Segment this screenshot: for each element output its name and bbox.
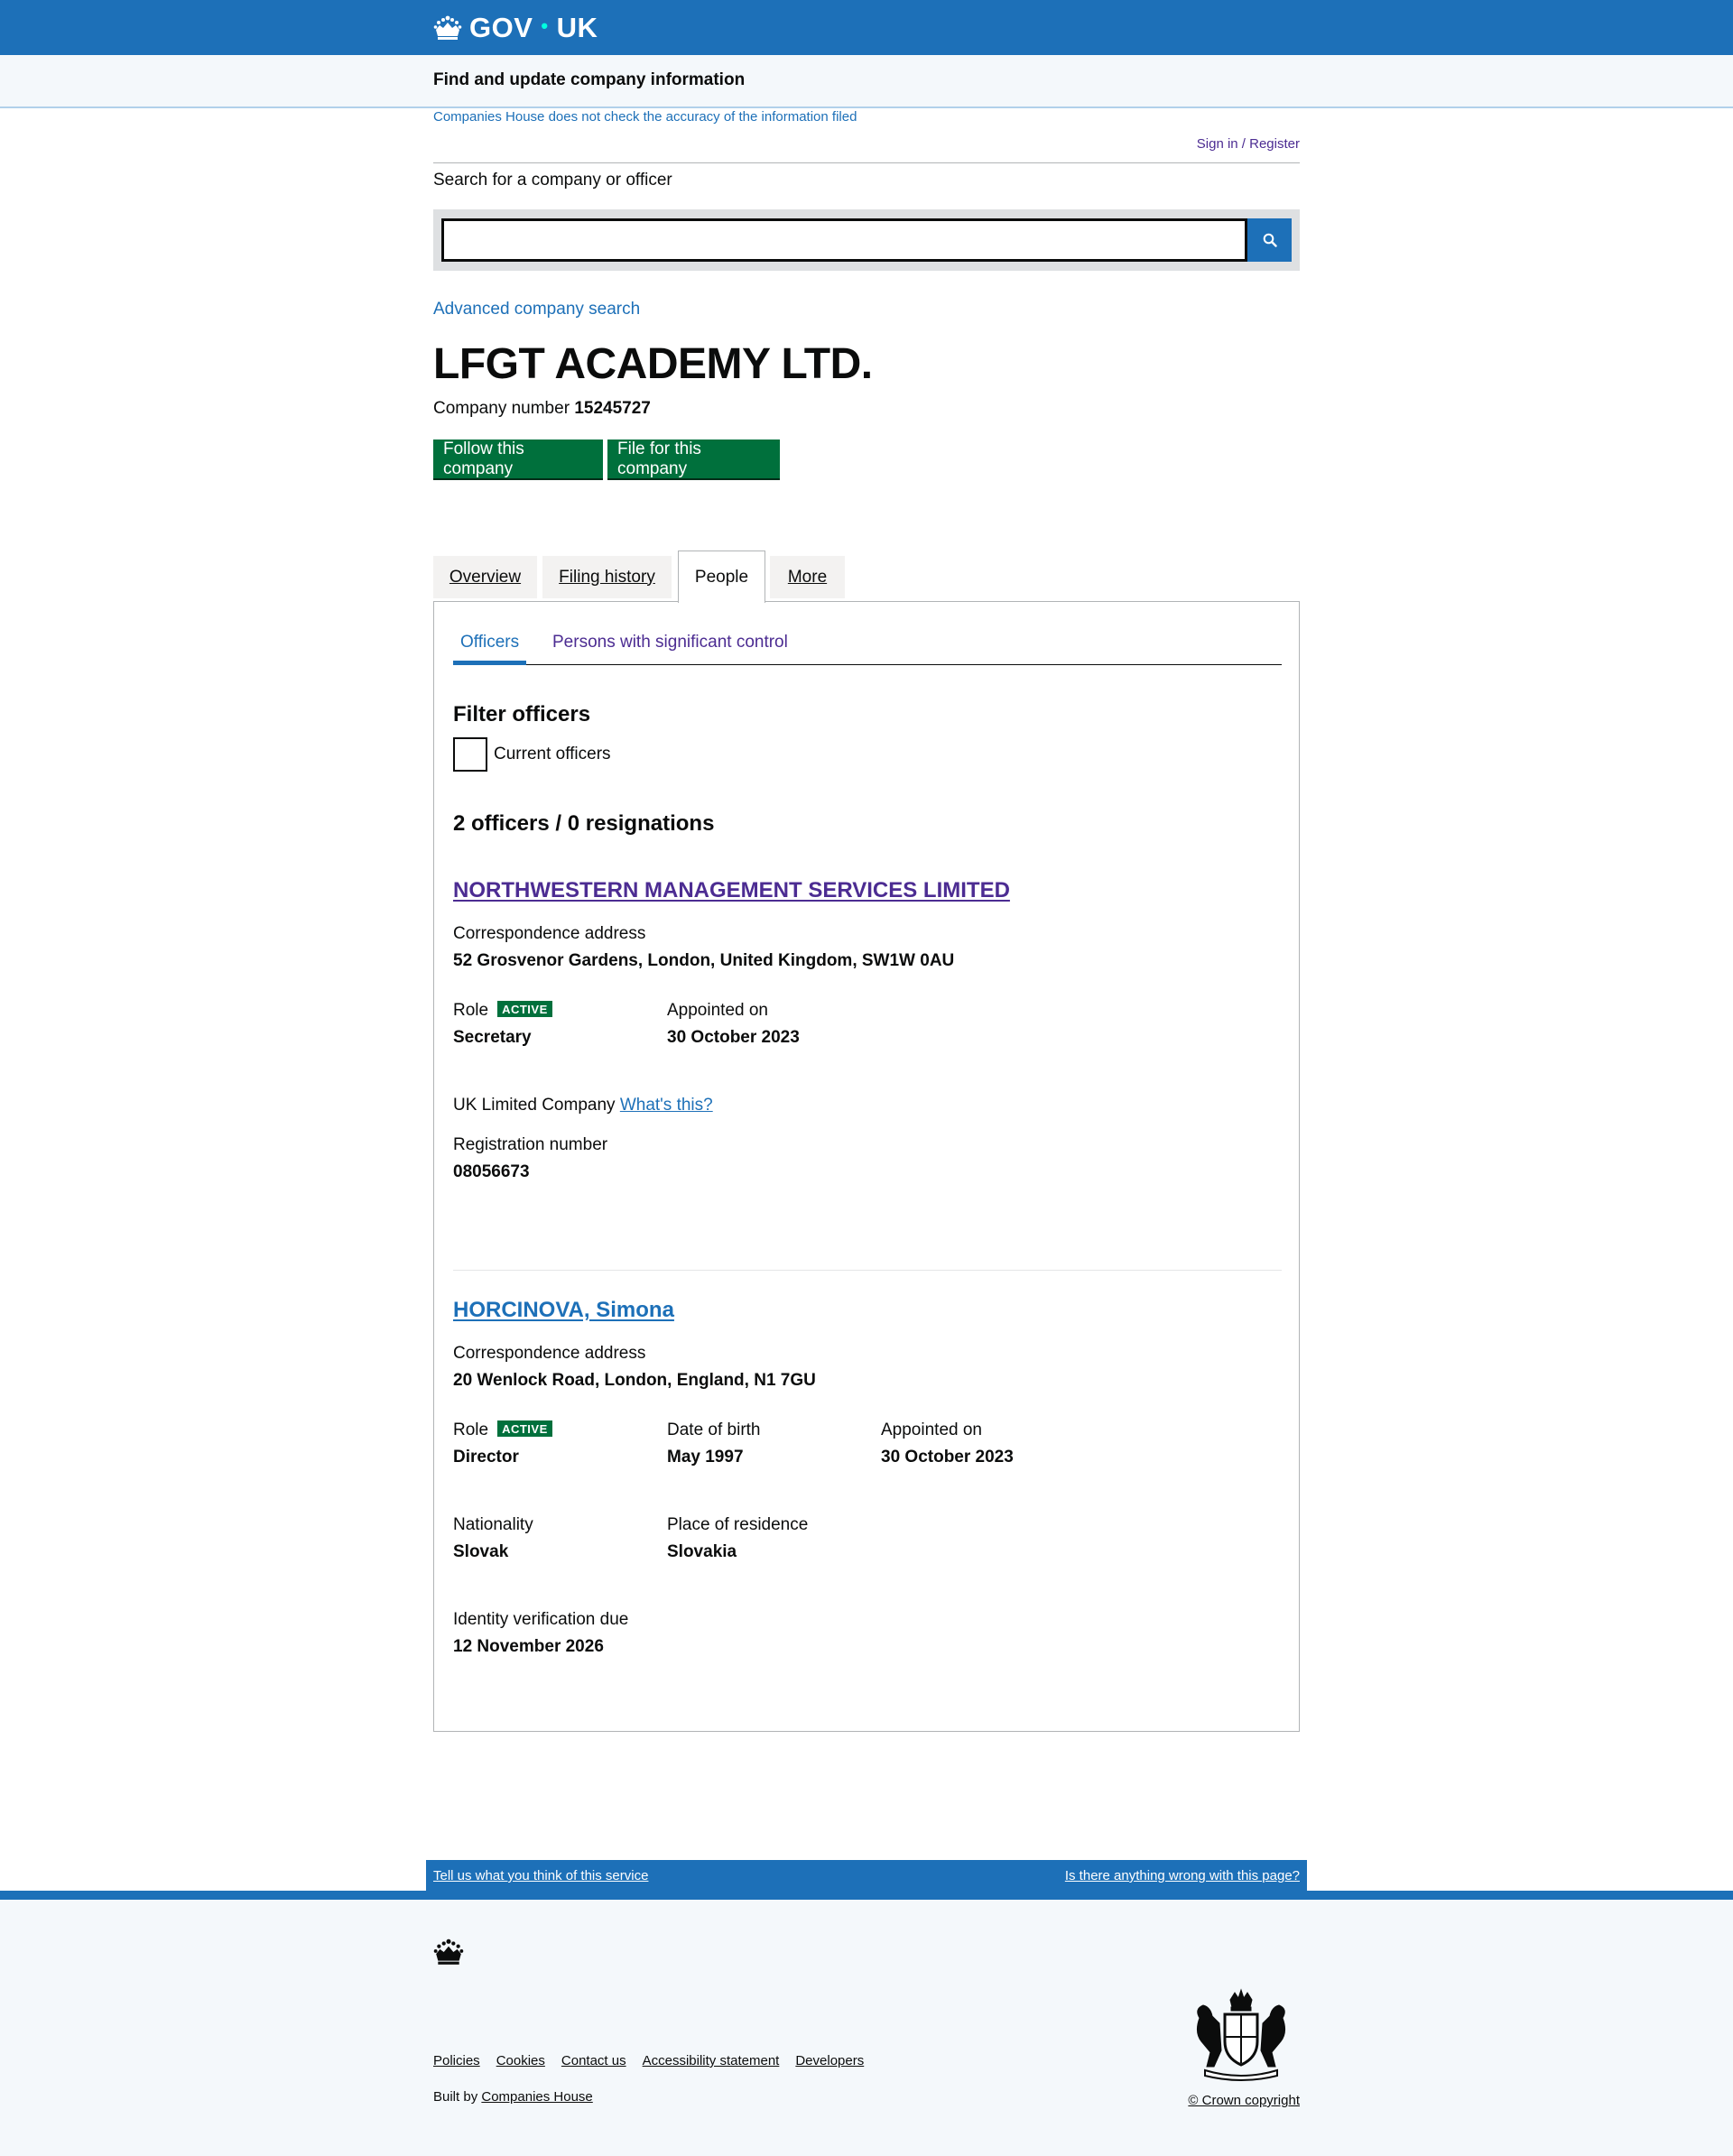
logo-dot: •	[541, 14, 549, 37]
idv-label: Identity verification due	[453, 1610, 629, 1629]
royal-coat-of-arms-icon	[1196, 1988, 1286, 2081]
govuk-footer: Policies Cookies Contact us Accessibilit…	[0, 1900, 1733, 2156]
footer-top-border	[0, 1891, 1733, 1900]
officer-name-link[interactable]: HORCINOVA, Simona	[453, 1298, 674, 1323]
role-label: Role ACTIVE	[453, 1001, 552, 1021]
officers-count-heading: 2 officers / 0 resignations	[453, 811, 715, 836]
subnav-active-indicator	[453, 661, 526, 665]
footer-link-accessibility[interactable]: Accessibility statement	[643, 2053, 780, 2068]
company-type: UK Limited Company What's this?	[453, 1096, 713, 1115]
footer-link-developers[interactable]: Developers	[795, 2053, 864, 2068]
feedback-bar: Tell us what you think of this service I…	[426, 1860, 1307, 1891]
nationality-label: Nationality	[453, 1515, 533, 1534]
role-value: Director	[453, 1448, 519, 1467]
people-tab-panel: Officers Persons with significant contro…	[433, 601, 1300, 1732]
registration-label: Registration number	[453, 1135, 608, 1154]
advanced-search-link[interactable]: Advanced company search	[433, 300, 640, 319]
search-icon	[1263, 233, 1277, 247]
service-navigation: Find and update company information	[0, 55, 1733, 108]
crown-icon	[433, 1939, 464, 1965]
company-number-label: Company number	[433, 399, 570, 418]
appointed-value: 30 October 2023	[881, 1448, 1014, 1467]
sign-in-register-link[interactable]: Sign in / Register	[1197, 136, 1300, 152]
accuracy-notice-link[interactable]: Companies House does not check the accur…	[433, 109, 857, 125]
role-label-text: Role	[453, 1420, 489, 1439]
role-label-text: Role	[453, 1001, 489, 1020]
current-officers-label[interactable]: Current officers	[494, 745, 611, 764]
officer-name-link[interactable]: NORTHWESTERN MANAGEMENT SERVICES LIMITED	[453, 878, 1010, 903]
dob-value: May 1997	[667, 1448, 744, 1467]
address-label: Correspondence address	[453, 1344, 646, 1363]
tab-filing-history[interactable]: Filing history	[542, 556, 672, 598]
tab-overview[interactable]: Overview	[433, 556, 537, 598]
appointed-value: 30 October 2023	[667, 1028, 800, 1047]
header-divider	[433, 162, 1300, 163]
footer-link-policies[interactable]: Policies	[433, 2053, 480, 2068]
search-button[interactable]	[1247, 218, 1292, 262]
companies-house-link[interactable]: Companies House	[481, 2089, 592, 2105]
company-type-text: UK Limited Company	[453, 1096, 616, 1115]
service-name-link[interactable]: Find and update company information	[433, 70, 745, 90]
whats-this-link[interactable]: What's this?	[620, 1096, 713, 1115]
subnav-psc[interactable]: Persons with significant control	[552, 633, 788, 652]
company-number-value: 15245727	[574, 399, 651, 418]
company-name-heading: LFGT ACADEMY LTD.	[433, 340, 873, 388]
nationality-value: Slovak	[453, 1542, 509, 1561]
logo-text-gov: GOV	[469, 12, 533, 43]
feedback-link[interactable]: Tell us what you think of this service	[433, 1868, 648, 1883]
govuk-logo-link[interactable]: GOV • UK	[433, 11, 598, 45]
crown-copyright-link[interactable]: © Crown copyright	[1188, 2093, 1300, 2108]
residence-value: Slovakia	[667, 1542, 737, 1561]
built-by: Built by Companies House	[433, 2089, 593, 2105]
current-officers-checkbox[interactable]	[453, 737, 487, 772]
dob-label: Date of birth	[667, 1420, 761, 1439]
footer-links: Policies Cookies Contact us Accessibilit…	[433, 2053, 864, 2068]
status-badge: ACTIVE	[497, 1420, 552, 1437]
appointed-label: Appointed on	[667, 1001, 768, 1020]
footer-link-contact[interactable]: Contact us	[561, 2053, 626, 2068]
search-input[interactable]	[441, 218, 1247, 262]
subnav-officers[interactable]: Officers	[460, 633, 519, 652]
company-number: Company number 15245727	[433, 399, 651, 419]
search-form	[433, 209, 1300, 271]
address-label: Correspondence address	[453, 924, 646, 943]
residence-label: Place of residence	[667, 1515, 809, 1534]
filter-officers-heading: Filter officers	[453, 702, 591, 726]
people-subnav: Officers Persons with significant contro…	[453, 624, 1282, 665]
tab-people[interactable]: People	[678, 551, 765, 603]
logo-text-uk: UK	[556, 12, 598, 43]
appointed-label: Appointed on	[881, 1420, 982, 1439]
built-by-prefix: Built by	[433, 2089, 478, 2105]
address-value: 52 Grosvenor Gardens, London, United Kin…	[453, 951, 955, 970]
crown-icon	[433, 15, 462, 40]
file-company-button[interactable]: File for this company	[607, 440, 780, 478]
govuk-header: GOV • UK	[0, 0, 1733, 55]
tab-more[interactable]: More	[770, 556, 845, 598]
status-badge: ACTIVE	[497, 1001, 552, 1017]
officer-divider	[453, 1270, 1282, 1271]
follow-company-button[interactable]: Follow this company	[433, 440, 603, 478]
report-problem-link[interactable]: Is there anything wrong with this page?	[1065, 1868, 1300, 1883]
address-value: 20 Wenlock Road, London, England, N1 7GU	[453, 1371, 816, 1390]
role-label: Role ACTIVE	[453, 1420, 552, 1440]
search-label: Search for a company or officer	[433, 171, 672, 190]
registration-value: 08056673	[453, 1162, 530, 1181]
footer-link-cookies[interactable]: Cookies	[496, 2053, 545, 2068]
idv-value: 12 November 2026	[453, 1637, 604, 1656]
role-value: Secretary	[453, 1028, 532, 1047]
